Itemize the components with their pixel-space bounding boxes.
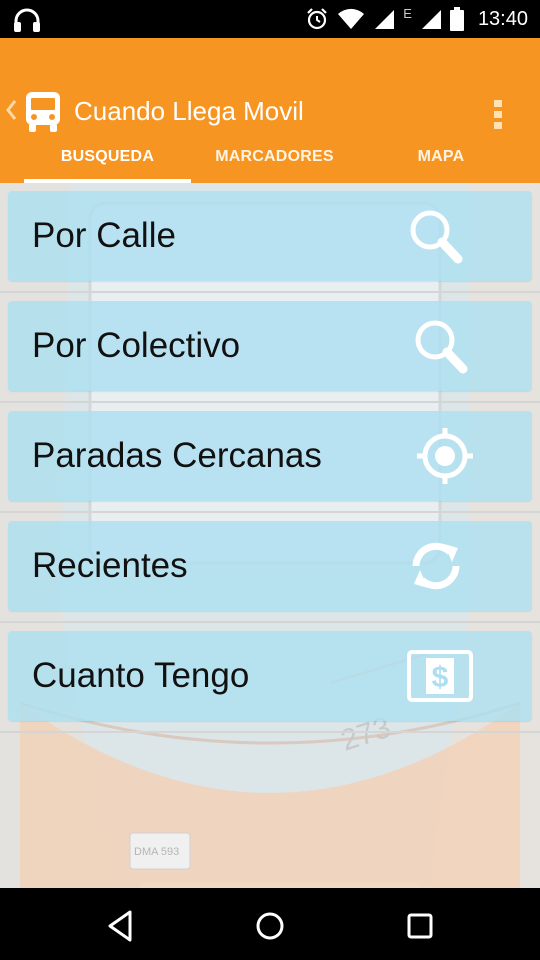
- signal-icon: [421, 10, 441, 29]
- menu-item-paradas-cercanas[interactable]: Paradas Cercanas: [8, 411, 532, 501]
- menu-item-recientes[interactable]: Recientes: [8, 521, 532, 611]
- menu-item-por-calle[interactable]: Por Calle: [8, 191, 532, 281]
- search-icon: [410, 210, 463, 264]
- dollar-card-icon: $: [407, 650, 473, 702]
- menu-item-label: Recientes: [32, 546, 188, 585]
- chevron-left-icon[interactable]: [4, 98, 18, 122]
- content-area: 273 DMA 593 Por Calle Por Colectivo Para…: [0, 183, 540, 888]
- divider: [0, 511, 540, 513]
- divider: [0, 731, 540, 733]
- bus-icon[interactable]: [24, 91, 62, 133]
- tab-mapa[interactable]: MAPA: [358, 130, 524, 183]
- overflow-menu-icon[interactable]: [484, 94, 512, 134]
- divider: [0, 621, 540, 623]
- menu-item-label: Cuanto Tengo: [32, 656, 250, 695]
- network-type-label: E: [403, 5, 412, 21]
- refresh-icon: [412, 542, 460, 590]
- alarm-icon: [307, 8, 328, 30]
- tab-busqueda[interactable]: BUSQUEDA: [24, 130, 191, 183]
- divider: [0, 401, 540, 403]
- tab-bar: BUSQUEDA MARCADORES MAPA: [0, 130, 540, 184]
- app-title: Cuando Llega Movil: [74, 96, 304, 126]
- menu-item-label: Por Calle: [32, 216, 176, 255]
- signal-icon: [375, 10, 395, 29]
- search-icon: [415, 320, 468, 374]
- app-bar: Cuando Llega Movil BUSQUEDA MARCADORES M…: [0, 38, 540, 184]
- menu-item-label: Por Colectivo: [32, 326, 241, 365]
- home-icon[interactable]: [250, 906, 290, 946]
- menu-item-cuanto-tengo[interactable]: Cuanto Tengo $: [8, 631, 532, 721]
- divider: [0, 291, 540, 293]
- headphones-icon: [14, 8, 40, 32]
- battery-icon: [449, 7, 464, 31]
- menu-item-por-colectivo[interactable]: Por Colectivo: [8, 301, 532, 391]
- license-plate-text: DMA 593: [134, 846, 179, 858]
- wifi-icon: [338, 8, 365, 29]
- back-icon[interactable]: [100, 906, 140, 946]
- clock: 13:40: [477, 7, 528, 30]
- recents-icon[interactable]: [400, 906, 440, 946]
- navigation-bar: [0, 888, 540, 960]
- svg-text:$: $: [432, 661, 449, 694]
- location-target-icon: [417, 428, 473, 484]
- tab-marcadores[interactable]: MARCADORES: [191, 130, 358, 183]
- menu-item-label: Paradas Cercanas: [32, 436, 322, 475]
- status-bar: E 13:40: [0, 0, 540, 38]
